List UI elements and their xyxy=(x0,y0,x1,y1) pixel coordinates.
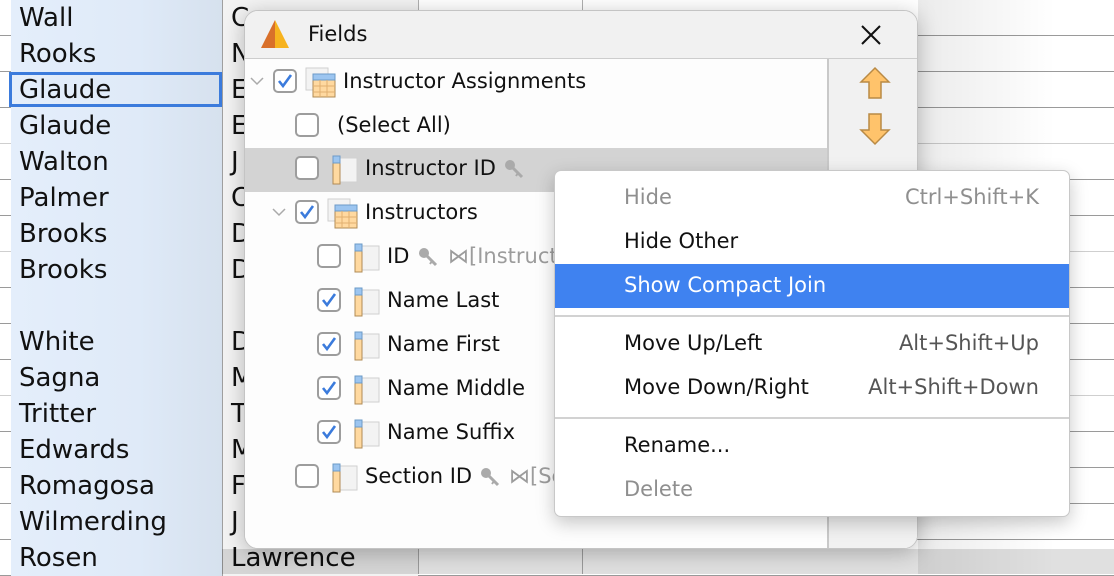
cell-last-name[interactable]: Glaude xyxy=(11,72,222,108)
cell-last-name[interactable]: Rosen xyxy=(11,540,222,576)
menu-item-shortcut: Ctrl+Shift+K xyxy=(904,185,1039,209)
checkbox[interactable] xyxy=(317,332,341,356)
key-icon xyxy=(505,160,524,179)
menu-item-label: Move Up/Left xyxy=(624,331,763,355)
field-icon xyxy=(354,331,380,361)
dialog-title-bar[interactable]: Fields xyxy=(245,11,917,59)
tree-item-label: Instructor Assignments xyxy=(343,69,587,93)
cell-last-name[interactable]: Palmer xyxy=(11,180,222,216)
table-icon xyxy=(305,67,336,98)
menu-item-label: Move Down/Right xyxy=(624,375,809,399)
cell-last-name[interactable]: White xyxy=(11,324,222,360)
tree-item-label: Section ID xyxy=(365,464,473,488)
cell-last-name[interactable]: Brooks xyxy=(11,252,222,288)
dialog-title: Fields xyxy=(308,22,368,46)
checkbox[interactable] xyxy=(295,156,319,180)
menu-separator xyxy=(555,315,1069,317)
cell-last-name[interactable]: Glaude xyxy=(11,108,222,144)
menu-item-shortcut: Alt+Shift+Down xyxy=(868,375,1039,399)
menu-item-label: Rename... xyxy=(624,433,731,457)
cell-last-name[interactable]: Tritter xyxy=(11,396,222,432)
cell-last-name[interactable]: Brooks xyxy=(11,216,222,252)
arrow-down-icon[interactable] xyxy=(857,111,893,147)
tree-item-label: Name Last xyxy=(387,288,500,312)
tree-item-label: Name First xyxy=(387,332,500,356)
chevron-down-icon[interactable] xyxy=(249,73,265,89)
tree-item-select-all[interactable]: (Select All) xyxy=(245,105,827,149)
checkbox[interactable] xyxy=(295,200,319,224)
menu-item-label: Hide xyxy=(624,185,672,209)
checkbox[interactable] xyxy=(317,376,341,400)
tree-item-instructor-assignments[interactable]: Instructor Assignments xyxy=(245,61,827,105)
key-icon xyxy=(419,248,438,267)
tree-item-label: Name Suffix xyxy=(387,420,515,444)
menu-item-label: Hide Other xyxy=(624,229,739,253)
field-icon xyxy=(354,287,380,317)
close-icon[interactable] xyxy=(857,21,885,49)
cell-last-name[interactable]: Wilmerding xyxy=(11,504,222,540)
menu-item-move-down-right[interactable]: Move Down/Right Alt+Shift+Down xyxy=(555,366,1069,410)
field-icon xyxy=(354,419,380,449)
menu-item-show-compact-join[interactable]: Show Compact Join xyxy=(555,264,1069,308)
tree-item-label: ID xyxy=(387,244,410,268)
field-icon xyxy=(332,155,358,185)
table-icon xyxy=(327,198,358,229)
checkbox[interactable] xyxy=(317,420,341,444)
cell-last-name[interactable]: Walton xyxy=(11,144,222,180)
checkbox[interactable] xyxy=(273,69,297,93)
app-logo-icon xyxy=(261,20,289,48)
field-icon xyxy=(354,375,380,405)
menu-item-delete[interactable]: Delete xyxy=(555,468,1069,512)
cell-last-name[interactable]: Edwards xyxy=(11,432,222,468)
tree-item-label: (Select All) xyxy=(337,113,451,137)
menu-separator xyxy=(555,417,1069,419)
menu-item-rename[interactable]: Rename... xyxy=(555,424,1069,468)
checkbox[interactable] xyxy=(295,113,319,137)
menu-item-move-up-left[interactable]: Move Up/Left Alt+Shift+Up xyxy=(555,322,1069,366)
cell-last-name[interactable]: Rooks xyxy=(11,36,222,72)
arrow-up-icon[interactable] xyxy=(857,65,893,101)
join-label: ⋈[Instruct xyxy=(448,244,558,268)
field-icon xyxy=(354,243,380,273)
menu-item-hide-other[interactable]: Hide Other xyxy=(555,220,1069,264)
field-icon xyxy=(332,463,358,493)
key-icon xyxy=(481,468,500,487)
cell-last-name[interactable]: Sagna xyxy=(11,360,222,396)
cell-last-name[interactable]: Wall xyxy=(11,0,222,36)
checkbox[interactable] xyxy=(317,288,341,312)
context-menu: Hide Ctrl+Shift+K Hide Other Show Compac… xyxy=(554,170,1070,517)
menu-item-label: Show Compact Join xyxy=(624,273,827,297)
checkbox[interactable] xyxy=(317,244,341,268)
chevron-down-icon[interactable] xyxy=(271,204,287,220)
checkbox[interactable] xyxy=(295,464,319,488)
menu-item-label: Delete xyxy=(624,477,693,501)
menu-item-hide[interactable]: Hide Ctrl+Shift+K xyxy=(555,176,1069,220)
tree-item-label: Name Middle xyxy=(387,376,525,400)
cell-last-name[interactable]: Romagosa xyxy=(11,468,222,504)
tree-item-label: Instructor ID xyxy=(365,156,496,180)
cell-last-name[interactable] xyxy=(11,288,222,324)
tree-item-label: Instructors xyxy=(365,200,478,224)
menu-item-shortcut: Alt+Shift+Up xyxy=(898,331,1039,355)
